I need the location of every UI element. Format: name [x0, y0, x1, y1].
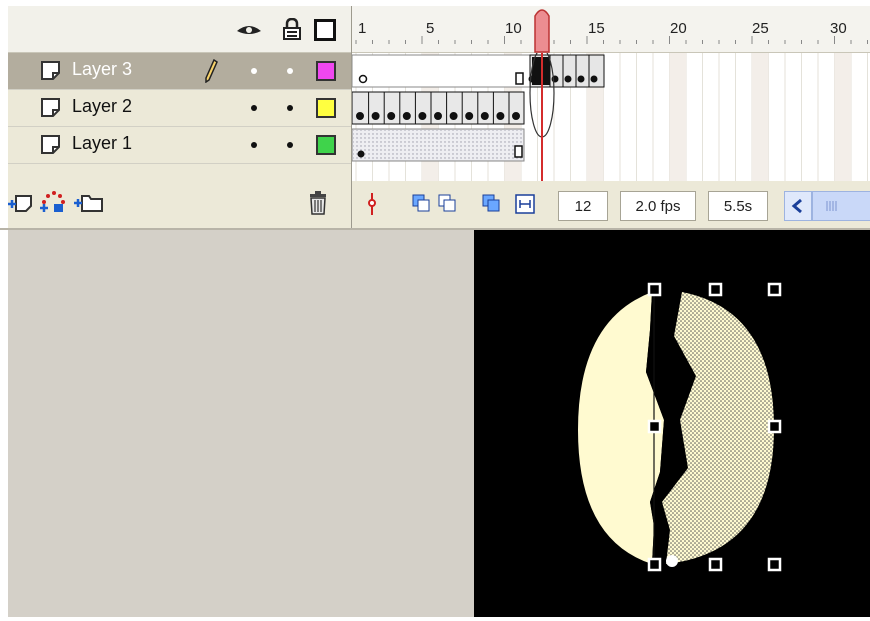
lock-dot[interactable]: [287, 142, 293, 148]
visibility-dot[interactable]: [251, 68, 257, 74]
insert-layer-icon[interactable]: [8, 192, 34, 214]
ruler-label: 30: [830, 20, 847, 37]
layer-icon: [41, 98, 60, 117]
frame-ruler[interactable]: 1 5 10 15 20 25 30: [352, 6, 870, 53]
onion-skin-icon[interactable]: [412, 194, 430, 212]
current-frame-field[interactable]: 12: [558, 191, 608, 221]
scroll-left-button[interactable]: [784, 191, 812, 221]
center-frame-icon[interactable]: [366, 193, 378, 215]
outline-icon[interactable]: [314, 19, 336, 41]
layer-icon: [41, 135, 60, 154]
ruler-label: 25: [752, 20, 769, 37]
ruler-label: 20: [670, 20, 687, 37]
layer-row-layer-1[interactable]: Layer 1: [8, 127, 351, 164]
ruler-label: 15: [588, 20, 605, 37]
chevron-left-icon: [791, 198, 802, 214]
modify-onion-markers-icon[interactable]: [515, 194, 535, 214]
lock-dot[interactable]: [287, 105, 293, 111]
eye-icon[interactable]: [236, 22, 262, 38]
timeline-status-bar: 12 2.0 fps 5.5s: [352, 181, 870, 228]
insert-folder-icon[interactable]: [74, 191, 104, 213]
outline-color-swatch[interactable]: [316, 135, 336, 155]
layer-icon: [41, 61, 60, 80]
layer-panel: Layer 3 Layer 2 Layer 1: [8, 6, 352, 228]
visibility-dot[interactable]: [251, 105, 257, 111]
layer-row-layer-3[interactable]: Layer 3: [8, 53, 351, 90]
add-motion-guide-icon[interactable]: [40, 190, 68, 214]
horizontal-scrollbar[interactable]: [812, 191, 870, 221]
layer-column-header: [8, 6, 351, 53]
timeline-panel: Layer 3 Layer 2 Layer 1 1 5 10 15 20 25 …: [8, 6, 870, 228]
edit-multiple-frames-icon[interactable]: [482, 194, 500, 212]
outline-color-swatch[interactable]: [316, 98, 336, 118]
playhead[interactable]: [530, 8, 554, 54]
transform-point[interactable]: [666, 555, 678, 567]
pasteboard: [8, 230, 474, 617]
ruler-label: 10: [505, 20, 522, 37]
outline-color-swatch[interactable]: [316, 61, 336, 81]
layer-row-layer-2[interactable]: Layer 2: [8, 90, 351, 127]
frame-rate-field[interactable]: 2.0 fps: [620, 191, 696, 221]
ruler-label: 5: [426, 20, 435, 37]
lock-dot[interactable]: [287, 68, 293, 74]
frame-grid[interactable]: [352, 53, 870, 181]
elapsed-time-field[interactable]: 5.5s: [708, 191, 768, 221]
frame-area: 1 5 10 15 20 25 30 12 2.0 fps 5.5s: [352, 6, 870, 228]
stage[interactable]: [474, 230, 870, 617]
pencil-icon: [205, 59, 218, 83]
layer-name[interactable]: Layer 1: [72, 133, 132, 154]
layer-name[interactable]: Layer 2: [72, 96, 132, 117]
delete-layer-icon[interactable]: [308, 191, 328, 215]
visibility-dot[interactable]: [251, 142, 257, 148]
layer-name[interactable]: Layer 3: [72, 59, 132, 80]
lock-icon[interactable]: [283, 18, 301, 40]
scroll-grip-icon: [826, 201, 837, 211]
stage-artwork: [578, 282, 782, 572]
onion-skin-outlines-icon[interactable]: [438, 194, 456, 212]
layer-tools: [8, 181, 351, 228]
frame-cells: [352, 53, 868, 181]
ruler-label: 1: [358, 20, 367, 37]
